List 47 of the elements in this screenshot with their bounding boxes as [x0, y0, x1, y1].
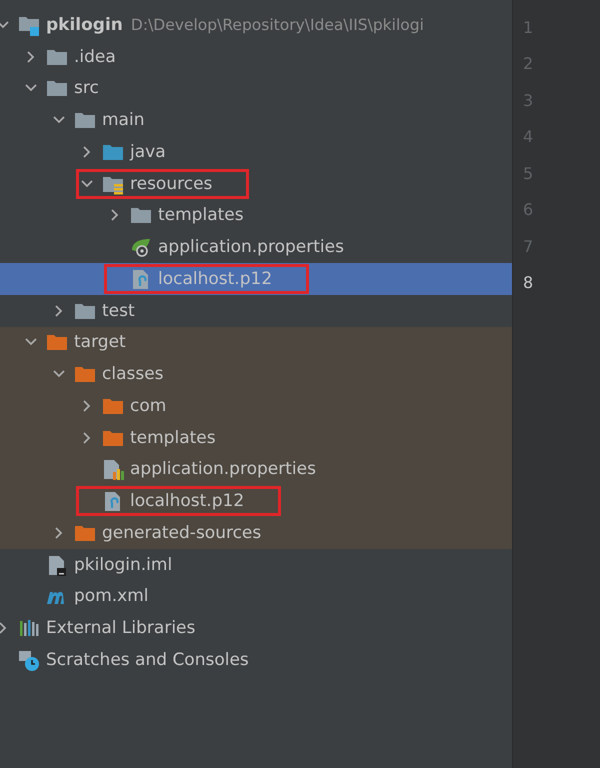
tree-item-label: test — [102, 300, 135, 321]
tree-row[interactable]: localhost.p12 — [0, 485, 512, 517]
line-number: 8 — [523, 273, 534, 292]
tree-item-label: templates — [130, 428, 216, 448]
tree-row[interactable]: Scratches and Consoles — [0, 644, 512, 676]
tree-row[interactable]: pkilogin.iml — [0, 548, 512, 580]
tree-item-label: main — [102, 110, 144, 130]
tree-item-label: localhost.p12 — [158, 268, 272, 289]
tree-item-label: classes — [102, 364, 164, 384]
scratch-clock-icon — [18, 648, 40, 671]
tree-row[interactable]: External Libraries — [0, 612, 512, 644]
tree-row[interactable]: pkilogin D:\Develop\Repository\Idea\IIS\pkilogi — [0, 9, 512, 41]
tree-row[interactable]: generated-sources — [0, 517, 512, 549]
tree-item-label: target — [74, 332, 126, 352]
tree-item-label: .idea — [74, 46, 116, 67]
tree-item-label: java — [130, 142, 166, 162]
tree-row[interactable]: target — [0, 326, 512, 358]
tree-row[interactable]: main — [0, 104, 512, 136]
tree-item-label: generated-sources — [102, 522, 262, 543]
tree-row[interactable]: templates — [0, 422, 512, 454]
tree-row[interactable]: com — [0, 390, 512, 422]
tree-item-label: resources — [130, 174, 212, 194]
tree-item-label: src — [74, 78, 99, 98]
tree-row[interactable]: src — [0, 72, 512, 104]
tree-item-label: pkilogin.iml — [74, 554, 172, 575]
leaf-settings-icon — [130, 236, 152, 258]
tree-row[interactable]: test — [0, 294, 512, 326]
tree-row[interactable]: resources — [0, 168, 512, 200]
project-path: D:\Develop\Repository\Idea\IIS\pkilogi — [130, 16, 424, 34]
tree-item-label: External Libraries — [46, 618, 196, 638]
tree-item-label: pkilogin — [46, 14, 123, 35]
tree-row[interactable]: templates — [0, 200, 512, 232]
tree-item-label: localhost.p12 — [130, 491, 244, 512]
tree-row[interactable]: .idea — [0, 40, 512, 72]
properties-file-icon — [102, 458, 124, 480]
module-file-icon — [46, 554, 68, 576]
tree-row[interactable]: application.properties — [0, 231, 512, 263]
tree-item-label: com — [130, 396, 166, 416]
tree-row[interactable]: classes — [0, 358, 512, 390]
tree-row[interactable]: pom.xml — [0, 580, 512, 612]
tree-item-label: templates — [158, 205, 244, 226]
tree-item-label: pom.xml — [74, 586, 148, 606]
tree-item-label: Scratches and Consoles — [46, 650, 249, 670]
tree-item-label: application.properties — [130, 459, 316, 480]
tree-row[interactable]: application.properties — [0, 454, 512, 486]
tree-row[interactable]: java — [0, 136, 512, 168]
tree-item-label: application.properties — [158, 237, 344, 258]
